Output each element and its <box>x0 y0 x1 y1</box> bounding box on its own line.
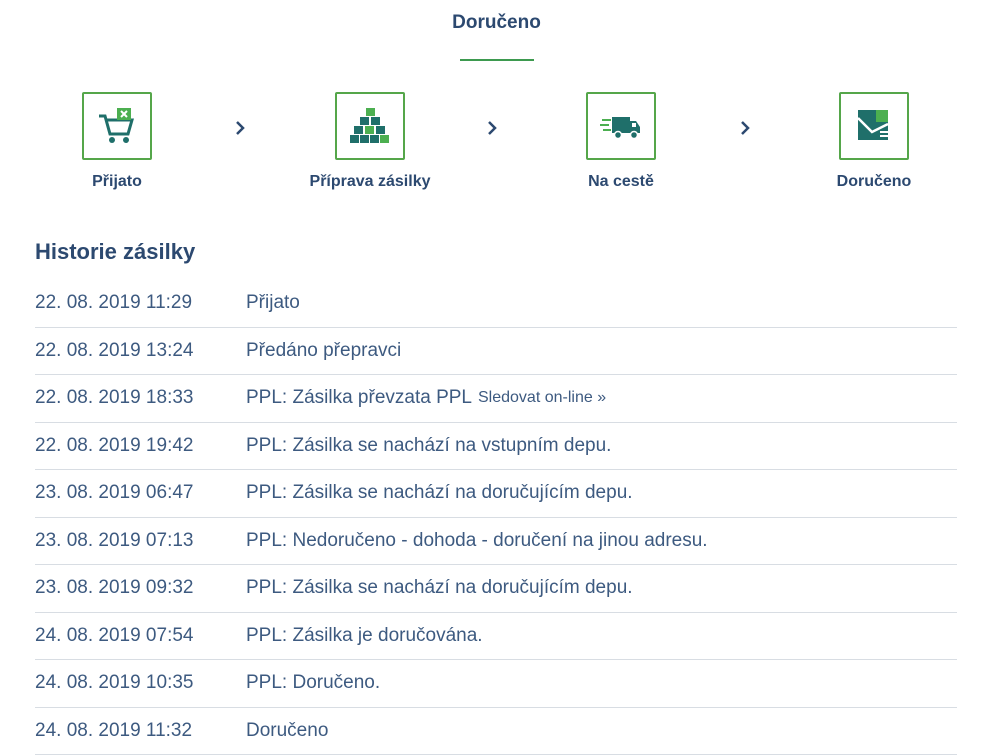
boxes-icon <box>348 104 392 148</box>
delivery-truck-icon <box>599 104 643 148</box>
history-event: PPL: Zásilka se nachází na vstupním depu… <box>246 435 611 457</box>
step-label: Na cestě <box>521 173 721 191</box>
history-row: 23. 08. 2019 06:47 PPL: Zásilka se nachá… <box>35 470 957 518</box>
history-date: 23. 08. 2019 06:47 <box>35 482 246 504</box>
history-row: 22. 08. 2019 13:24 Předáno přepravci <box>35 328 957 376</box>
history-date: 22. 08. 2019 18:33 <box>35 387 246 409</box>
step-label: Příprava zásilky <box>270 173 470 191</box>
history-event: PPL: Doručeno. <box>246 672 380 694</box>
history-date: 22. 08. 2019 13:24 <box>35 340 246 362</box>
history-date: 24. 08. 2019 07:54 <box>35 625 246 647</box>
history-event: Doručeno <box>246 720 328 742</box>
history-event: PPL: Nedoručeno - dohoda - doručení na j… <box>246 530 708 552</box>
history-date: 22. 08. 2019 19:42 <box>35 435 246 457</box>
history-row: 22. 08. 2019 11:29 Přijato <box>35 280 957 328</box>
history-date: 23. 08. 2019 07:13 <box>35 530 246 552</box>
step-label: Přijato <box>17 173 217 191</box>
history-event: Přijato <box>246 292 300 314</box>
title-underline <box>460 59 534 61</box>
history-list: 22. 08. 2019 11:29 Přijato 22. 08. 2019 … <box>35 280 957 755</box>
history-heading: Historie zásilky <box>35 239 195 265</box>
chevron-right-icon <box>484 116 500 140</box>
step-icon-box <box>586 92 656 160</box>
history-date: 24. 08. 2019 11:32 <box>35 720 246 742</box>
step-delivered: Doručeno <box>774 92 974 191</box>
history-row: 23. 08. 2019 07:13 PPL: Nedoručeno - doh… <box>35 518 957 566</box>
history-date: 24. 08. 2019 10:35 <box>35 672 246 694</box>
step-icon-box <box>839 92 909 160</box>
step-received: Přijato <box>17 92 217 191</box>
history-row: 24. 08. 2019 11:32 Doručeno <box>35 708 957 755</box>
history-row: 24. 08. 2019 07:54 PPL: Zásilka je doruč… <box>35 613 957 661</box>
step-icon-box <box>335 92 405 160</box>
step-icon-box <box>82 92 152 160</box>
page-title: Doručeno <box>0 12 993 34</box>
chevron-right-icon <box>737 116 753 140</box>
step-label: Doručeno <box>774 173 974 191</box>
delivered-package-icon <box>852 104 896 148</box>
history-date: 23. 08. 2019 09:32 <box>35 577 246 599</box>
cart-cancel-icon <box>95 104 139 148</box>
history-event: Předáno přepravci <box>246 340 401 362</box>
history-row: 22. 08. 2019 18:33 PPL: Zásilka převzata… <box>35 375 957 423</box>
chevron-right-icon <box>232 116 248 140</box>
history-row: 22. 08. 2019 19:42 PPL: Zásilka se nachá… <box>35 423 957 471</box>
history-date: 22. 08. 2019 11:29 <box>35 292 246 314</box>
history-event: PPL: Zásilka se nachází na doručujícím d… <box>246 482 633 504</box>
history-event: PPL: Zásilka převzata PPL <box>246 387 472 409</box>
step-on-the-way: Na cestě <box>521 92 721 191</box>
track-online-link[interactable]: Sledovat on-line » <box>478 389 606 407</box>
step-preparing: Příprava zásilky <box>270 92 470 191</box>
history-event: PPL: Zásilka je doručována. <box>246 625 483 647</box>
history-event: PPL: Zásilka se nachází na doručujícím d… <box>246 577 633 599</box>
history-row: 23. 08. 2019 09:32 PPL: Zásilka se nachá… <box>35 565 957 613</box>
history-row: 24. 08. 2019 10:35 PPL: Doručeno. <box>35 660 957 708</box>
